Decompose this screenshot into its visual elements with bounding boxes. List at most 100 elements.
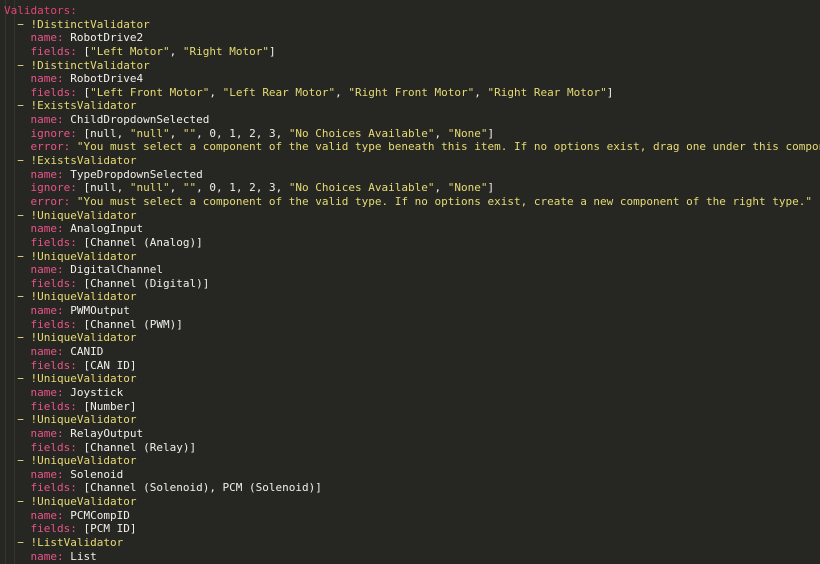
value-string: "None" [447, 181, 488, 195]
yaml-key: fields: [30, 358, 77, 372]
value-string: "No Choices Available" [288, 181, 435, 195]
yaml-mapping-line[interactable]: fields: [Channel (Digital)] [0, 277, 820, 291]
yaml-mapping-line[interactable]: error: "You must select a component of t… [0, 195, 820, 209]
yaml-sequence-item-line[interactable]: − !UniqueValidator [0, 209, 820, 223]
yaml-mapping-line[interactable]: name: PWMOutput [0, 304, 820, 318]
yaml-tag: !UniqueValidator [30, 331, 137, 345]
value-punct: , [169, 181, 183, 195]
yaml-sequence-item-line[interactable]: − !UniqueValidator [0, 331, 820, 345]
yaml-mapping-line[interactable]: fields: [CAN ID] [0, 359, 820, 373]
yaml-mapping-line[interactable]: fields: [Channel (PWM)] [0, 318, 820, 332]
yaml-tag: !UniqueValidator [30, 454, 137, 468]
yaml-sequence-item-line[interactable]: − !ExistsValidator [0, 154, 820, 168]
yaml-tag: !ExistsValidator [30, 99, 137, 113]
sequence-dash-icon: − [17, 290, 31, 304]
yaml-key: fields: [30, 481, 77, 495]
value-string: "Left Rear Motor" [222, 85, 336, 99]
yaml-sequence-item-line[interactable]: − !ExistsValidator [0, 99, 820, 113]
yaml-mapping-line[interactable]: name: RobotDrive2 [0, 31, 820, 45]
yaml-mapping-line[interactable]: fields: [Channel (Relay)] [0, 441, 820, 455]
value-string: "" [182, 126, 197, 140]
yaml-key: name: [30, 467, 64, 481]
value-punct: , [434, 181, 448, 195]
yaml-tag: !UniqueValidator [30, 249, 137, 263]
yaml-mapping-line[interactable]: fields: [Channel (Analog)] [0, 236, 820, 250]
yaml-mapping-line[interactable]: fields: ["Left Motor", "Right Motor"] [0, 45, 820, 59]
yaml-mapping-line[interactable]: error: "You must select a component of t… [0, 140, 820, 154]
yaml-sequence-item-line[interactable]: − !DistinctValidator [0, 59, 820, 73]
yaml-key: fields: [30, 85, 77, 99]
yaml-mapping-line[interactable]: fields: [Number] [0, 400, 820, 414]
yaml-source-text[interactable]: Validators: − !DistinctValidator name: R… [0, 0, 820, 563]
yaml-mapping-line[interactable]: name: RobotDrive4 [0, 72, 820, 86]
yaml-key: error: [30, 140, 71, 154]
yaml-sequence-item-line[interactable]: − !UniqueValidator [0, 454, 820, 468]
yaml-sequence-item-line[interactable]: − !UniqueValidator [0, 413, 820, 427]
yaml-mapping-line[interactable]: name: DigitalChannel [0, 263, 820, 277]
value-string: "No Choices Available" [288, 126, 435, 140]
yaml-mapping-line[interactable]: fields: [Channel (Solenoid), PCM (Soleno… [0, 481, 820, 495]
sequence-dash-icon: − [17, 58, 31, 72]
yaml-mapping-line[interactable]: ignore: [null, "null", "", 0, 1, 2, 3, "… [0, 181, 820, 195]
yaml-root-key-line[interactable]: Validators: [0, 4, 820, 18]
yaml-key: fields: [30, 440, 77, 454]
yaml-mapping-line[interactable]: name: ChildDropdownSelected [0, 113, 820, 127]
value-plain: [Number] [83, 399, 137, 413]
yaml-tag: !UniqueValidator [30, 372, 137, 386]
yaml-mapping-line[interactable]: name: AnalogInput [0, 222, 820, 236]
value-plain: RelayOutput [70, 426, 144, 440]
yaml-key: fields: [30, 399, 77, 413]
value-punct: , [169, 44, 183, 58]
yaml-mapping-line[interactable]: name: CANID [0, 345, 820, 359]
value-punct: , [434, 126, 448, 140]
yaml-sequence-item-line[interactable]: − !DistinctValidator [0, 18, 820, 32]
yaml-key: name: [30, 426, 64, 440]
yaml-tag: !ListValidator [30, 535, 124, 549]
yaml-tag: !ExistsValidator [30, 154, 137, 168]
yaml-key: name: [30, 508, 64, 522]
yaml-key: name: [30, 345, 64, 359]
yaml-mapping-line[interactable]: name: List [0, 550, 820, 564]
yaml-sequence-item-line[interactable]: − !UniqueValidator [0, 250, 820, 264]
value-plain: DigitalChannel [70, 263, 163, 277]
value-punct: , [335, 85, 349, 99]
sequence-dash-icon: − [17, 495, 31, 509]
yaml-key: name: [30, 304, 64, 318]
code-editor-pane[interactable]: Validators: − !DistinctValidator name: R… [0, 0, 820, 564]
yaml-mapping-line[interactable]: name: Joystick [0, 386, 820, 400]
yaml-sequence-item-line[interactable]: − !UniqueValidator [0, 372, 820, 386]
yaml-sequence-item-line[interactable]: − !UniqueValidator [0, 495, 820, 509]
yaml-tag: !DistinctValidator [30, 58, 150, 72]
yaml-sequence-item-line[interactable]: − !ListValidator [0, 536, 820, 550]
yaml-mapping-line[interactable]: fields: ["Left Front Motor", "Left Rear … [0, 86, 820, 100]
yaml-mapping-line[interactable]: ignore: [null, "null", "", 0, 1, 2, 3, "… [0, 127, 820, 141]
value-punct: [null, [83, 126, 130, 140]
value-plain: [CAN ID] [83, 358, 137, 372]
yaml-key: name: [30, 167, 64, 181]
yaml-mapping-line[interactable]: fields: [PCM ID] [0, 522, 820, 536]
value-string: "You must select a component of the vali… [76, 140, 820, 154]
yaml-key: fields: [30, 235, 77, 249]
yaml-mapping-line[interactable]: name: RelayOutput [0, 427, 820, 441]
sequence-dash-icon: − [17, 413, 31, 427]
yaml-mapping-line[interactable]: name: TypeDropdownSelected [0, 168, 820, 182]
yaml-sequence-item-line[interactable]: − !UniqueValidator [0, 290, 820, 304]
yaml-mapping-line[interactable]: name: PCMCompID [0, 509, 820, 523]
value-string: "Right Motor" [182, 44, 269, 58]
yaml-key: ignore: [30, 126, 77, 140]
value-plain: RobotDrive2 [70, 31, 144, 45]
yaml-mapping-line[interactable]: name: Solenoid [0, 468, 820, 482]
